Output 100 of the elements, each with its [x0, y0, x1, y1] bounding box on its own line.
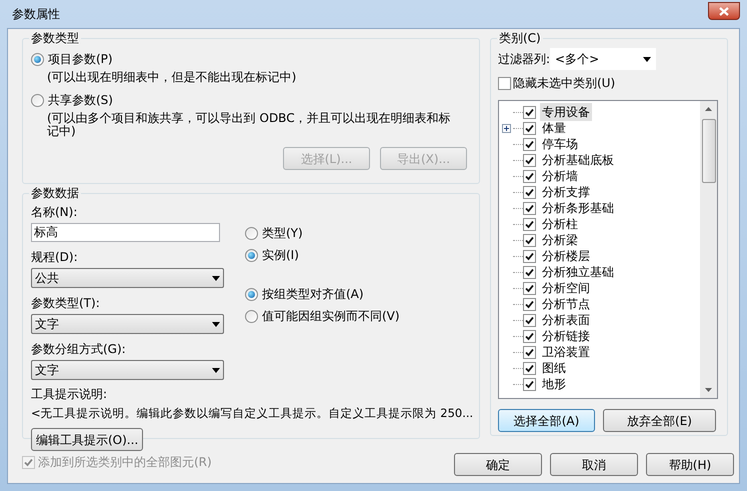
checkbox[interactable]	[523, 282, 536, 294]
category-label: 分析表面	[541, 312, 591, 329]
caret-icon	[212, 276, 220, 280]
scroll-down-icon	[705, 388, 712, 392]
category-label: 体量	[541, 120, 567, 137]
name-field[interactable]: 标高	[31, 223, 220, 242]
category-label: 分析空间	[541, 280, 591, 297]
checkbox[interactable]	[523, 378, 536, 390]
tree-item[interactable]: 分析表面	[499, 312, 700, 328]
checkbox[interactable]	[523, 266, 536, 278]
category-label: 分析楼层	[541, 248, 591, 265]
category-label: 专用设备	[540, 103, 592, 121]
radio-button[interactable]	[245, 310, 258, 322]
window-title: 参数属性	[11, 6, 60, 23]
scroll-up-icon	[705, 107, 712, 111]
checkbox[interactable]	[523, 154, 536, 166]
checkbox[interactable]	[523, 314, 536, 326]
radio-button[interactable]	[245, 226, 258, 240]
caret-icon	[212, 368, 220, 372]
category-label: 地形	[541, 376, 567, 393]
category-label: 卫浴装置	[541, 344, 591, 361]
category-label: 停车场	[541, 136, 579, 153]
tree-item[interactable]: 分析墙	[499, 168, 700, 184]
tree-item[interactable]: 分析空间	[499, 280, 700, 296]
checkbox[interactable]	[523, 138, 536, 150]
checkbox[interactable]	[523, 122, 536, 134]
tree-item[interactable]: 分析柱	[499, 216, 700, 232]
dropdown[interactable]: 公共	[31, 268, 224, 288]
dropdown[interactable]: 文字	[31, 314, 224, 334]
expand-icon	[502, 124, 510, 132]
option-label: 类型(Y)	[262, 225, 303, 242]
field-label: 规程(D):	[31, 249, 79, 266]
radio-button[interactable]	[31, 94, 44, 106]
category-label: 图纸	[541, 360, 567, 377]
category-label: 分析基础底板	[541, 152, 615, 169]
tree-item[interactable]: 分析楼层	[499, 248, 700, 264]
category-label: 分析独立基础	[541, 264, 615, 281]
tree-item[interactable]: 分析支撑	[499, 184, 700, 200]
tooltip-text: <无工具提示说明。编辑此参数以编写自定义工具提示。自定义工具提示限为 250...	[31, 405, 473, 422]
checkbox[interactable]	[523, 250, 536, 262]
tree-item[interactable]: 卫浴装置	[499, 344, 700, 360]
caret-icon	[212, 322, 220, 326]
tree-item[interactable]: 分析节点	[499, 296, 700, 312]
tree-item[interactable]: 分析基础底板	[499, 152, 700, 168]
field-label: 名称(N):	[31, 204, 78, 221]
checkbox[interactable]	[523, 202, 536, 214]
checkbox-label: 隐藏未选中类别(U)	[513, 75, 616, 92]
category-label: 分析梁	[541, 232, 579, 249]
button[interactable]: 帮助(H)	[646, 453, 734, 476]
checkbox[interactable]	[523, 330, 536, 342]
scrollbar[interactable]	[700, 101, 717, 398]
checkbox[interactable]	[523, 298, 536, 310]
tree-item[interactable]: 体量	[499, 120, 700, 136]
group-title: 参数类型	[29, 31, 81, 45]
radio-button[interactable]	[245, 288, 258, 300]
option-label: 实例(I)	[262, 247, 299, 264]
tree-item[interactable]: 停车场	[499, 136, 700, 152]
field-label: 过滤器列:	[498, 51, 550, 68]
category-label: 分析支撑	[541, 184, 591, 201]
checkbox[interactable]	[523, 346, 536, 358]
radio-button[interactable]	[31, 52, 44, 66]
option-description: (可以由多个项目和族共享，可以导出到 ODBC，并且可以出现在明细表和标记中)	[46, 112, 451, 138]
group-title: 类别(C)	[497, 31, 543, 45]
option-label: 共享参数(S)	[48, 92, 113, 109]
close-button[interactable]	[708, 2, 740, 20]
field-label: 参数类型(T):	[31, 295, 101, 312]
tree-item[interactable]: 专用设备	[499, 104, 700, 120]
checkbox[interactable]	[523, 170, 536, 182]
radio-button[interactable]	[245, 248, 258, 262]
tree-item[interactable]: 分析链接	[499, 328, 700, 344]
checkbox[interactable]	[498, 76, 511, 90]
option-label: 按组类型对齐值(A)	[262, 286, 364, 303]
button[interactable]: 取消	[550, 453, 638, 476]
category-label: 分析链接	[541, 328, 591, 345]
checkbox[interactable]	[523, 234, 536, 246]
checkbox[interactable]	[523, 186, 536, 198]
category-label: 分析柱	[541, 216, 579, 233]
button[interactable]: 选择全部(A)	[498, 409, 595, 432]
category-label: 分析条形基础	[541, 200, 615, 217]
option-label: 值可能因组实例而不同(V)	[262, 308, 400, 325]
checkbox[interactable]	[523, 106, 536, 118]
button[interactable]: 编辑工具提示(O)...	[31, 428, 144, 452]
button[interactable]: 放弃全部(E)	[603, 409, 716, 432]
tree-item[interactable]: 分析条形基础	[499, 200, 700, 216]
checkbox[interactable]	[523, 218, 536, 230]
category-label: 分析节点	[541, 296, 591, 313]
checkbox-label: 添加到所选类别中的全部图元(R)	[38, 454, 212, 471]
tree-item[interactable]: 分析梁	[499, 232, 700, 248]
field-label: 参数分组方式(G):	[31, 341, 127, 358]
scroll-thumb[interactable]	[702, 119, 716, 183]
category-label: 分析墙	[541, 168, 579, 185]
filter-dropdown[interactable]: <多个>	[550, 48, 656, 70]
group-title: 参数数据	[29, 186, 81, 200]
option-label: 项目参数(P)	[48, 51, 113, 68]
tree-item[interactable]: 地形	[499, 376, 700, 392]
tree-item[interactable]: 分析独立基础	[499, 264, 700, 280]
checkbox[interactable]	[523, 362, 536, 374]
tree-item[interactable]: 图纸	[499, 360, 700, 376]
button[interactable]: 确定	[454, 453, 542, 476]
dropdown[interactable]: 文字	[31, 360, 224, 380]
